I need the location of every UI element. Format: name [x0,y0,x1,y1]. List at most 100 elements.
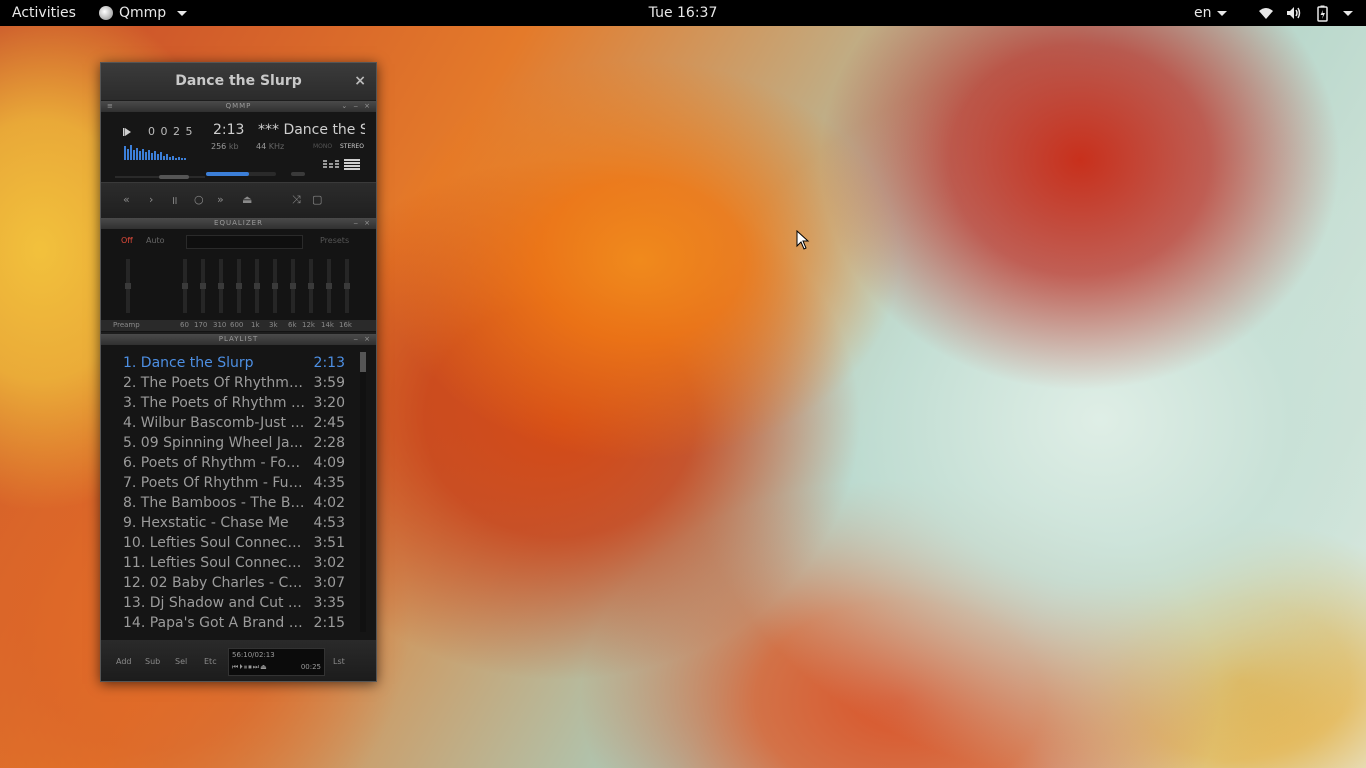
clock-container: Tue 16:37 [0,0,1366,26]
eq-band-16k: 16k [339,321,352,329]
battery-icon [1317,5,1328,22]
keyboard-layout-menu[interactable]: en [1194,0,1227,26]
playlist-sel-button[interactable]: Sel [175,657,187,666]
playlist-item-duration: 3:02 [313,555,345,571]
top-bar: Activities Qmmp Tue 16:37 en [0,0,1366,26]
chevron-down-icon [1216,10,1227,16]
preamp-label: Preamp [113,321,140,329]
playlist-item-title: 7. Poets Of Rhythm - Fun... [123,475,305,491]
eq-toggle-icon [323,160,339,168]
wifi-icon [1259,8,1273,19]
playlist-item[interactable]: 3. The Poets of Rhythm - ... 3:20 [123,393,345,413]
playlist-scrollbar-thumb[interactable] [360,352,366,372]
playlist-list-button[interactable]: Lst [333,657,345,666]
playlist-item-title: 6. Poets of Rhythm - Fon... [123,455,305,471]
repeat-button[interactable]: ▢ [312,193,322,206]
playlist-item-title: 2. The Poets Of Rhythm -... [123,375,305,391]
player-display: 0 0 2 5 2:13 *** Dance the S 256 kb 44 K… [101,112,376,182]
playlist-item-duration: 2:13 [313,355,345,371]
title-ticker: *** Dance the S [258,122,365,138]
samplerate-unit: KHz [268,142,285,151]
playlist-window-buttons[interactable]: ‒ × [353,334,372,345]
stereo-indicator: STEREO [340,143,364,150]
pause-button[interactable]: ॥ [171,193,178,208]
eq-band-12k: 12k [302,321,315,329]
playlist-item-title: 10. Lefties Soul Connecti... [123,535,305,551]
eq-auto-button[interactable]: Auto [146,236,165,245]
bitrate: 256 kb [211,142,239,151]
playlist-item[interactable]: 9. Hexstatic - Chase Me 4:53 [123,513,345,533]
eq-band-14k: 14k [321,321,334,329]
playlist-item[interactable]: 2. The Poets Of Rhythm -... 3:59 [123,373,345,393]
transport-controls: « › ॥ ○ » ⏏ ⤨ ▢ [101,182,376,219]
playlist-item[interactable]: 12. 02 Baby Charles - Co... 3:07 [123,573,345,593]
play-state-icon [125,128,131,136]
track-counter: 0 0 2 5 [148,125,194,138]
playlist-item-duration: 4:09 [313,455,345,471]
playlist-item-title: 9. Hexstatic - Chase Me [123,515,289,531]
window-titlebar[interactable]: Dance the Slurp × [101,63,376,100]
stop-button[interactable]: ○ [194,193,204,206]
playlist-item-duration: 4:02 [313,495,345,511]
volume-icon [1287,7,1301,19]
playlist-item-title: 12. 02 Baby Charles - Co... [123,575,305,591]
seek-handle [159,175,189,179]
eq-sliders[interactable] [101,251,376,321]
playlist-item[interactable]: 10. Lefties Soul Connecti... 3:51 [123,533,345,553]
equalizer-titlebar[interactable]: EQUALIZER ‒ × [101,218,376,229]
eq-band-600: 600 [230,321,244,329]
play-button[interactable]: › [149,193,153,206]
eq-presets-button[interactable]: Presets [320,236,349,245]
main-menu-icon[interactable]: ≡ [107,101,114,112]
playlist-toggle-icon [344,159,360,170]
spectrum-analyzer [124,145,186,160]
playlist-scrollbar[interactable] [360,352,366,632]
playlist-item-title: 3. The Poets of Rhythm - ... [123,395,305,411]
playlist-item[interactable]: 14. Papa's Got A Brand N... 2:15 [123,613,345,633]
next-button[interactable]: » [217,193,224,206]
playlist-item[interactable]: 11. Lefties Soul Connecti... 3:02 [123,553,345,573]
shuffle-button[interactable]: ⤨ [292,193,301,207]
playlist-etc-button[interactable]: Etc [204,657,217,666]
eq-off-button[interactable]: Off [121,236,133,245]
playlist-item[interactable]: 5. 09 Spinning Wheel Ja... 2:28 [123,433,345,453]
clock[interactable]: Tue 16:37 [649,5,718,21]
playlist-item[interactable]: 13. Dj Shadow and Cut C... 3:35 [123,593,345,613]
window-close-button[interactable]: × [354,63,366,100]
playlist-item-duration: 2:15 [313,615,345,631]
playlist-item-duration: 2:28 [313,435,345,451]
app-menu[interactable]: Qmmp [99,0,188,26]
previous-button[interactable]: « [123,193,130,206]
playlist-item[interactable]: 7. Poets Of Rhythm - Fun... 4:35 [123,473,345,493]
main-skin-titlebar[interactable]: ≡ QMMP ⌄ ‒ × [101,101,376,112]
playlist-item-duration: 4:35 [313,475,345,491]
playlist-footer: Add Sub Sel Etc 56:10/02:13 ⏮⏵⏸⏹⏭⏏ 00:25… [101,640,376,681]
eject-button[interactable]: ⏏ [242,193,252,206]
playlist-item[interactable]: 6. Poets of Rhythm - Fon... 4:09 [123,453,345,473]
playlist-label: PLAYLIST [218,335,259,343]
playlist-item-title: 13. Dj Shadow and Cut C... [123,595,305,611]
equalizer-label: EQUALIZER [214,219,263,227]
system-menu-icon [1343,10,1353,16]
playlist-item[interactable]: 1. Dance the Slurp 2:13 [123,353,345,373]
playlist-item[interactable]: 4. Wilbur Bascomb-Just A... 2:45 [123,413,345,433]
equalizer-window-buttons[interactable]: ‒ × [353,218,372,229]
main-skin-label: QMMP [225,102,252,110]
playlist-item-duration: 3:59 [313,375,345,391]
mini-transport-controls[interactable]: ⏮⏵⏸⏹⏭⏏ [232,663,268,672]
playlist-item[interactable]: 8. The Bamboos - The Ba... 4:02 [123,493,345,513]
play-state-bar [123,128,125,136]
playlist-sub-button[interactable]: Sub [145,657,160,666]
eq-curve-display [186,235,303,249]
playlist-item-title: 1. Dance the Slurp [123,355,254,371]
main-skin-window-buttons[interactable]: ⌄ ‒ × [341,101,372,112]
playlist-item-duration: 3:51 [313,535,345,551]
eq-band-6k: 6k [288,321,297,329]
activities-button[interactable]: Activities [12,0,76,26]
eq-band-1k: 1k [251,321,260,329]
playlist-add-button[interactable]: Add [116,657,132,666]
playlist-titlebar[interactable]: PLAYLIST ‒ × [101,334,376,345]
system-tray[interactable] [1257,0,1353,26]
playlist-item-duration: 3:07 [313,575,345,591]
equalizer-footer: Preamp 60 170 310 600 1k 3k 6k 12k 14k 1… [101,320,376,331]
